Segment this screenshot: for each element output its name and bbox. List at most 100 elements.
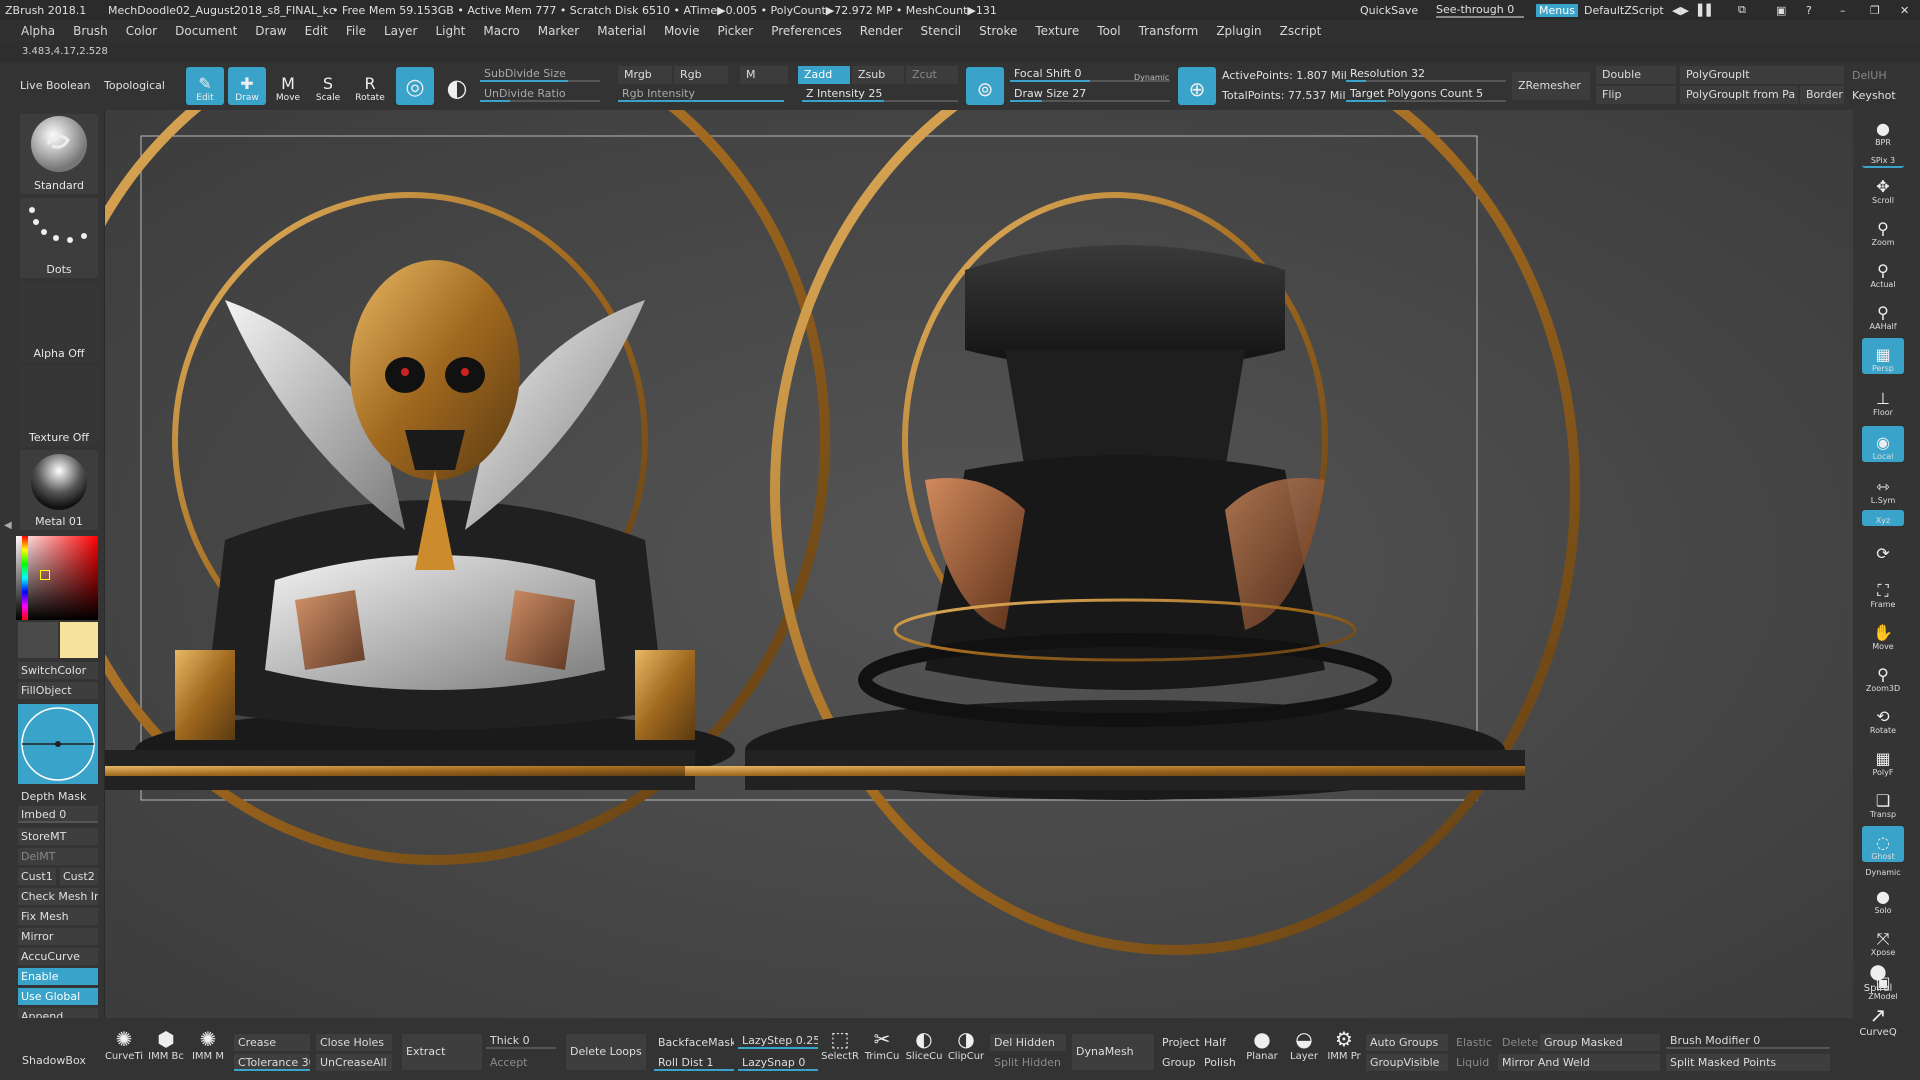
double-button[interactable]: Double [1596, 66, 1676, 84]
delmt-button[interactable]: DelMT [18, 848, 98, 865]
menu-file[interactable]: File [337, 24, 375, 38]
menu-document[interactable]: Document [166, 24, 246, 38]
menu-draw[interactable]: Draw [246, 24, 295, 38]
zoom-button[interactable]: ⚲ Zoom [1862, 212, 1904, 248]
sculptris-button[interactable]: ◎ [396, 67, 434, 105]
homepage-button[interactable]: ◐ [438, 67, 476, 105]
menu-brush[interactable]: Brush [64, 24, 117, 38]
actual-button[interactable]: ⚲ Actual [1862, 254, 1904, 290]
bpr-button[interactable]: ● BPR [1862, 112, 1904, 148]
persp-button[interactable]: ▦ Persp [1862, 338, 1904, 374]
imm-m-brush[interactable]: ✺ IMM M [188, 1020, 228, 1062]
menu-alpha[interactable]: Alpha [12, 24, 64, 38]
palette-arrows-icon[interactable]: ◀▶ [1672, 4, 1689, 17]
menu-render[interactable]: Render [851, 24, 912, 38]
polygroupit-button[interactable]: PolyGroupIt [1680, 66, 1844, 84]
main-color-swatch[interactable] [60, 622, 98, 658]
dynamic-toggle[interactable]: Dynamic [1134, 70, 1169, 86]
move-view-button[interactable]: ✋ Move [1862, 616, 1904, 652]
move-button[interactable]: M Move [270, 67, 306, 105]
frame-button[interactable]: ⛶ Frame [1862, 574, 1904, 610]
maximize-icon[interactable]: ❐ [1870, 4, 1880, 17]
rgb-button[interactable]: Rgb [674, 66, 728, 84]
zsub-button[interactable]: Zsub [852, 66, 904, 84]
enable-button[interactable]: Enable [18, 968, 98, 985]
planar-brush[interactable]: ● Planar [1242, 1020, 1282, 1062]
menu-tool[interactable]: Tool [1088, 24, 1129, 38]
target-polygons-slider[interactable]: Target Polygons Count 5 [1346, 86, 1506, 102]
transp-button[interactable]: ❏ Transp [1862, 784, 1904, 820]
floor-button[interactable]: ⊥ Floor [1862, 382, 1904, 418]
hue-strip[interactable] [22, 536, 28, 620]
mrgb-button[interactable]: Mrgb [618, 66, 672, 84]
menu-layer[interactable]: Layer [375, 24, 426, 38]
rotate-view-button[interactable]: ⟲ Rotate [1862, 700, 1904, 736]
menu-zscript[interactable]: Zscript [1271, 24, 1331, 38]
split-masked-points-button[interactable]: Split Masked Points [1666, 1054, 1830, 1071]
m-button[interactable]: M [740, 66, 788, 84]
draw-size-icon-button[interactable]: ⊕ [1178, 67, 1216, 105]
menu-movie[interactable]: Movie [655, 24, 709, 38]
stroke-selector[interactable]: Dots [20, 198, 98, 278]
subdivide-size-slider[interactable]: SubDivide Size [480, 66, 600, 82]
zadd-button[interactable]: Zadd [798, 66, 850, 84]
imm-pr-brush[interactable]: ⚙ IMM Pr [1324, 1020, 1364, 1062]
menu-material[interactable]: Material [588, 24, 655, 38]
close-holes-button[interactable]: Close Holes [316, 1034, 392, 1051]
live-boolean-button[interactable]: Live Boolean [20, 78, 91, 94]
extract-button[interactable]: Extract [402, 1034, 482, 1070]
swatch-icon[interactable]: ▣ [1776, 4, 1786, 17]
depth-mask-widget[interactable] [18, 704, 98, 784]
undivide-ratio-slider[interactable]: UnDivide Ratio [480, 86, 600, 102]
rgb-intensity-slider[interactable]: Rgb Intensity [618, 86, 784, 102]
thick-slider[interactable]: Thick 0 [486, 1032, 556, 1049]
delete-loops-button[interactable]: Delete Loops [566, 1034, 646, 1070]
scroll-button[interactable]: ✥ Scroll [1862, 170, 1904, 206]
group-masked-button[interactable]: Group Masked [1540, 1034, 1660, 1051]
liquid-button[interactable]: Liquid [1452, 1054, 1496, 1071]
minimize-icon[interactable]: – [1840, 4, 1846, 17]
cust2-button[interactable]: Cust2 [60, 868, 98, 885]
rotation-axis-icon[interactable]: ⟳ [1862, 528, 1904, 564]
xyz-button[interactable]: Xyz [1862, 510, 1904, 526]
palette-bars-icon[interactable]: ▌▌ [1698, 4, 1715, 17]
zremesher-button[interactable]: ZRemesher [1512, 72, 1590, 100]
menu-picker[interactable]: Picker [708, 24, 762, 38]
border-button[interactable]: Border [1800, 86, 1844, 104]
lsym-button[interactable]: ⇿ L.Sym [1862, 470, 1904, 506]
use-global-button[interactable]: Use Global [18, 988, 98, 1005]
ghost-button[interactable]: ◌ Ghost [1862, 826, 1904, 862]
shadowbox-button[interactable]: ShadowBox [18, 1052, 98, 1069]
selectrect-brush[interactable]: ⬚ SelectR [820, 1020, 860, 1062]
color-picker[interactable] [16, 536, 98, 620]
menus-toggle[interactable]: Menus [1536, 3, 1578, 17]
layout-icon[interactable]: ⧉ [1738, 3, 1746, 17]
fillobject-button[interactable]: FillObject [18, 682, 98, 699]
keyshot-button[interactable]: Keyshot [1852, 88, 1896, 104]
fix-mesh-button[interactable]: Fix Mesh [18, 908, 98, 925]
brush-modifier-slider[interactable]: Brush Modifier 0 [1666, 1032, 1830, 1049]
delete-button[interactable]: Delete [1498, 1034, 1540, 1051]
uncreaseall-button[interactable]: UnCreaseAll [316, 1054, 392, 1071]
switchcolor-button[interactable]: SwitchColor [18, 662, 98, 679]
material-selector[interactable]: Metal 01 [20, 450, 98, 530]
zoom3d-button[interactable]: ⚲ Zoom3D [1862, 658, 1904, 694]
lazystep-slider[interactable]: LazyStep 0.25 [738, 1032, 818, 1049]
resolution-slider[interactable]: Resolution 32 [1346, 66, 1506, 82]
polish-button[interactable]: Polish [1200, 1054, 1240, 1071]
close-icon[interactable]: ✕ [1900, 4, 1909, 17]
mirror-and-weld-button[interactable]: Mirror And Weld [1498, 1054, 1660, 1071]
default-zscript-button[interactable]: DefaultZScript [1584, 4, 1664, 17]
crease-button[interactable]: Crease [234, 1034, 310, 1051]
spiral-button[interactable]: ● Spiral [1858, 952, 1898, 994]
roll-dist-slider[interactable]: Roll Dist 1 [654, 1054, 734, 1071]
groupvisible-button[interactable]: GroupVisible [1366, 1054, 1448, 1071]
lazysnap-slider[interactable]: LazySnap 0 [738, 1054, 818, 1071]
split-hidden-button[interactable]: Split Hidden [990, 1054, 1066, 1071]
polyf-button[interactable]: ▦ PolyF [1862, 742, 1904, 778]
group-button[interactable]: Group [1158, 1054, 1200, 1071]
slicecurve-brush[interactable]: ◐ SliceCu [904, 1020, 944, 1062]
brush-selector[interactable]: Standard [20, 114, 98, 194]
check-mesh-button[interactable]: Check Mesh In [18, 888, 98, 905]
menu-zplugin[interactable]: Zplugin [1207, 24, 1270, 38]
